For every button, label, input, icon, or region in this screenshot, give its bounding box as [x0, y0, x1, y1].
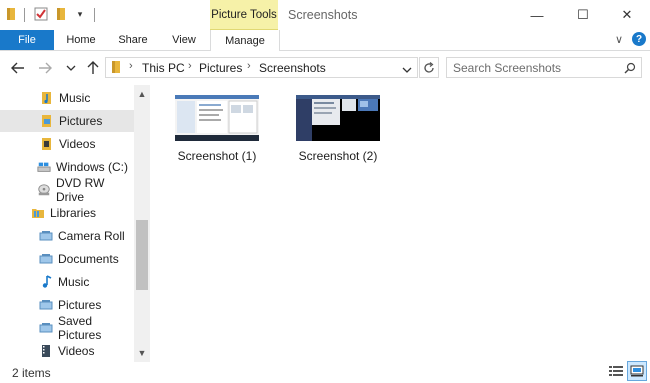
libraries-icon — [31, 206, 45, 220]
file-name: Screenshot (1) — [177, 149, 257, 163]
scroll-thumb[interactable] — [136, 220, 148, 290]
forward-button[interactable] — [36, 59, 54, 77]
nav-item-music[interactable]: Music — [0, 87, 134, 109]
expand-ribbon-icon[interactable]: ∨ — [612, 32, 626, 46]
nav-item-pictures-library[interactable]: Pictures — [0, 294, 134, 316]
recent-locations-button[interactable] — [62, 59, 80, 77]
close-button[interactable]: ✕ — [604, 0, 650, 30]
nav-item-pictures[interactable]: Pictures — [0, 110, 134, 132]
customize-toolbar-icon[interactable]: ▾ — [73, 7, 87, 21]
breadcrumb-pictures[interactable]: Pictures — [199, 61, 242, 75]
refresh-icon — [424, 61, 434, 73]
toolbar-separator — [94, 8, 95, 22]
nav-item-label: Music — [58, 275, 90, 289]
toolbar-separator — [24, 8, 25, 22]
nav-item-label: Music — [59, 91, 91, 105]
folder-icon — [4, 7, 18, 21]
scroll-down-icon[interactable]: ▼ — [134, 345, 150, 361]
properties-icon[interactable] — [34, 7, 48, 21]
nav-item-videos[interactable]: Videos — [0, 133, 134, 155]
file-item-screenshot-1[interactable]: Screenshot (1) — [167, 95, 267, 170]
large-icons-view-button[interactable] — [627, 361, 647, 381]
library-icon — [39, 229, 53, 243]
forward-arrow-icon — [39, 62, 52, 74]
videos-folder-icon — [40, 137, 54, 151]
maximize-button[interactable]: ☐ — [560, 0, 606, 30]
nav-item-label: DVD RW Drive — [56, 176, 105, 204]
chevron-down-icon — [66, 65, 76, 71]
nav-item-label: Pictures — [59, 114, 103, 128]
up-button[interactable] — [84, 59, 102, 77]
window-title: Screenshots — [288, 8, 358, 22]
scroll-up-icon[interactable]: ▲ — [134, 86, 150, 102]
tab-share[interactable]: Share — [110, 30, 156, 50]
search-input[interactable] — [453, 60, 613, 75]
nav-item-windows-c[interactable]: Windows (C:) — [0, 156, 134, 178]
refresh-button[interactable] — [419, 57, 439, 78]
status-item-count: 2 items — [12, 366, 51, 380]
nav-item-libraries[interactable]: Libraries — [0, 202, 134, 224]
nav-item-camera-roll[interactable]: Camera Roll — [0, 225, 134, 247]
nav-item-label: Camera Roll — [58, 229, 125, 243]
video-library-icon — [39, 344, 53, 358]
library-icon — [39, 298, 53, 312]
tab-file[interactable]: File — [0, 30, 54, 50]
details-view-icon — [609, 366, 623, 376]
search-icon[interactable] — [624, 62, 636, 74]
folder-icon — [111, 60, 121, 77]
nav-item-label: Saved Pictures — [58, 314, 102, 342]
nav-item-label: Windows (C:) — [56, 160, 129, 174]
library-icon — [39, 252, 53, 266]
nav-item-dvd-rw-drive[interactable]: DVD RW Drive — [0, 176, 134, 204]
music-library-icon — [39, 275, 53, 289]
address-dropdown-button[interactable] — [402, 63, 412, 77]
back-button[interactable] — [9, 59, 27, 77]
library-icon — [39, 321, 53, 335]
nav-item-label: Videos — [58, 344, 95, 358]
minimize-button[interactable]: — — [514, 0, 560, 30]
up-arrow-icon — [87, 61, 99, 74]
breadcrumb-separator: › — [247, 60, 251, 72]
drive-icon — [37, 160, 51, 174]
nav-item-documents[interactable]: Documents — [0, 248, 134, 270]
nav-item-videos-library[interactable]: Videos — [0, 340, 134, 362]
back-arrow-icon — [11, 62, 24, 74]
nav-item-label: Documents — [58, 252, 119, 266]
breadcrumb-screenshots[interactable]: Screenshots — [259, 61, 326, 75]
tab-home[interactable]: Home — [58, 30, 104, 50]
pictures-folder-icon — [40, 114, 54, 128]
nav-item-music-library[interactable]: Music — [0, 271, 134, 293]
search-box[interactable] — [446, 57, 642, 78]
help-icon[interactable]: ? — [632, 32, 646, 46]
details-view-button[interactable] — [607, 362, 625, 380]
breadcrumb-this-pc[interactable]: This PC — [142, 61, 185, 75]
nav-item-saved-pictures[interactable]: Saved Pictures — [0, 314, 134, 342]
thumbnail — [175, 95, 259, 141]
music-folder-icon — [40, 91, 54, 105]
breadcrumb-separator: › — [188, 60, 192, 72]
nav-item-label: Pictures — [58, 298, 102, 312]
thumbnail — [296, 95, 380, 141]
nav-item-label: Libraries — [50, 206, 97, 220]
breadcrumb-separator: › — [129, 60, 133, 72]
file-name: Screenshot (2) — [298, 149, 378, 163]
file-item-screenshot-2[interactable]: Screenshot (2) — [288, 95, 388, 170]
dvd-drive-icon — [37, 183, 51, 197]
contextual-tab-header: Picture Tools — [210, 0, 278, 30]
large-icons-view-icon — [630, 365, 644, 377]
tab-view[interactable]: View — [162, 30, 206, 50]
new-folder-icon[interactable] — [54, 7, 68, 21]
tab-manage[interactable]: Manage — [210, 30, 280, 51]
chevron-down-icon — [402, 67, 412, 73]
nav-item-label: Videos — [59, 137, 96, 151]
navigation-pane[interactable]: Music Pictures Videos Windows (C:) DVD R… — [0, 85, 150, 362]
